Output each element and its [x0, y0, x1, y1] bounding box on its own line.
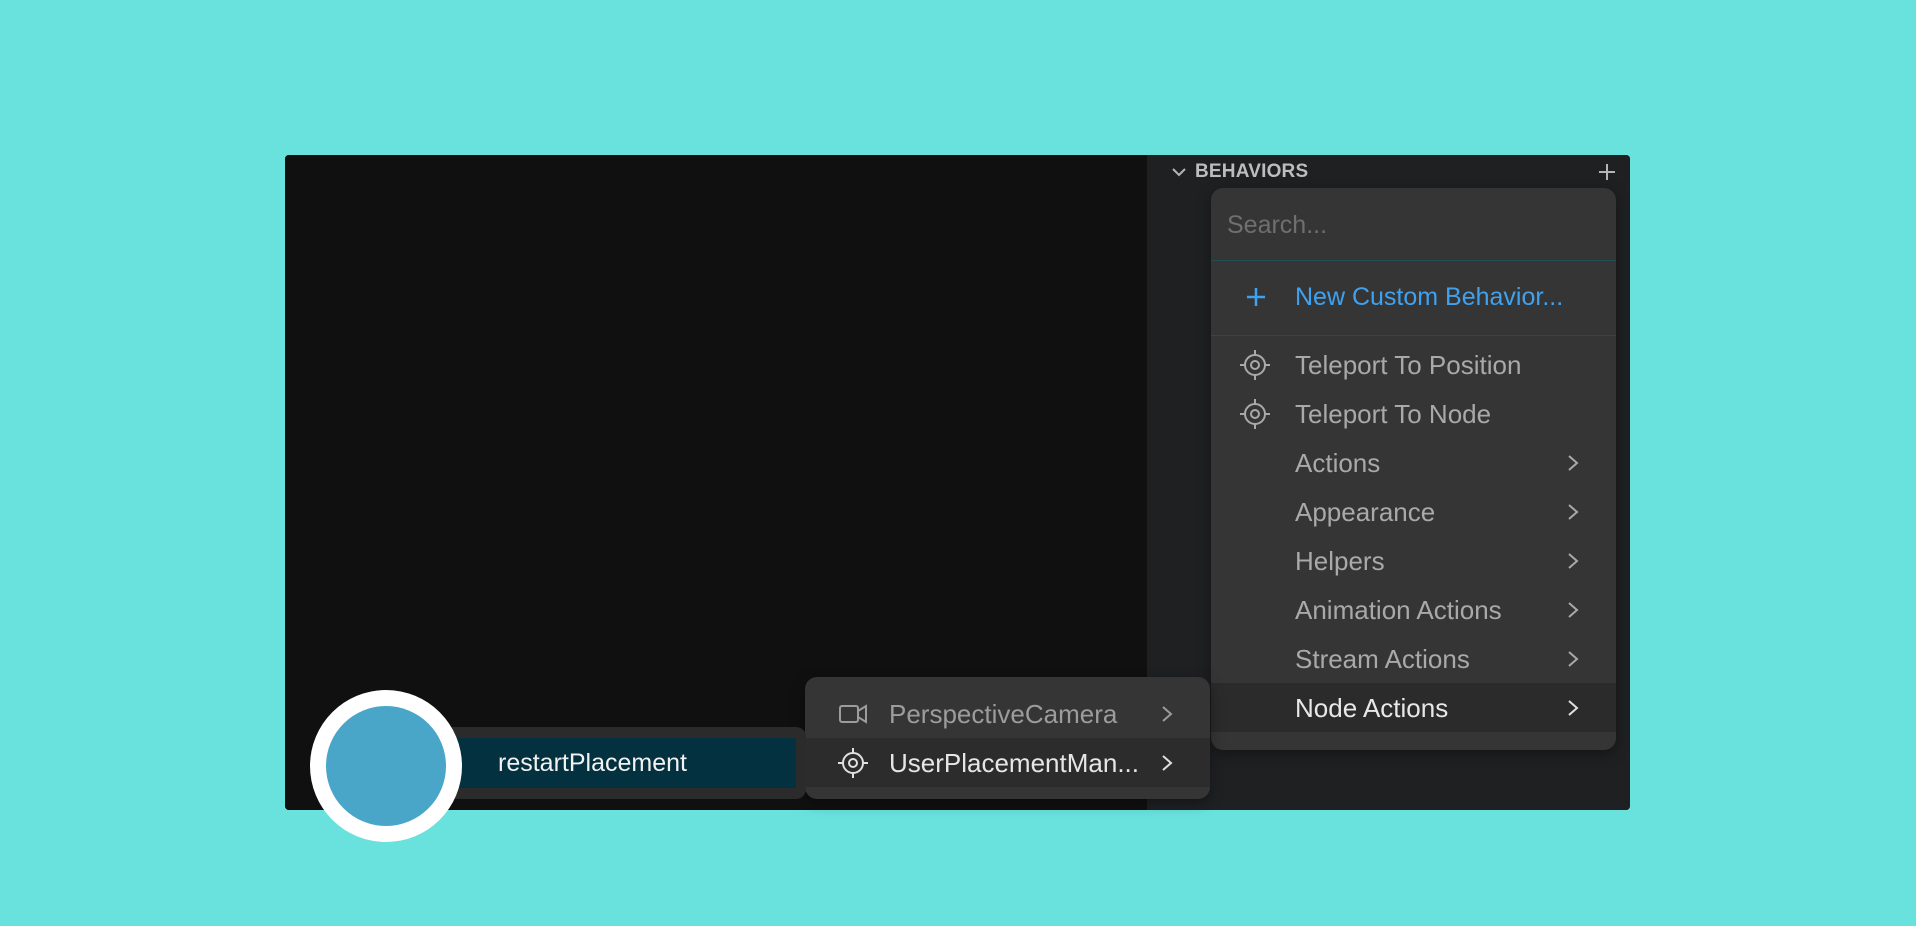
chevron-right-icon: [1568, 700, 1579, 716]
restart-placement-item[interactable]: restartPlacement: [416, 727, 806, 799]
menu-item-appearance[interactable]: Appearance: [1211, 487, 1616, 536]
plus-icon: [1247, 288, 1265, 306]
target-icon: [838, 748, 868, 778]
menu-item-label: Teleport To Position: [1295, 350, 1522, 380]
chevron-right-icon: [1568, 455, 1579, 471]
behaviors-header: BEHAVIORS: [1147, 155, 1630, 187]
chevron-right-icon: [1568, 553, 1579, 569]
add-behavior-icon[interactable]: [1596, 161, 1618, 183]
menu-item-label: Helpers: [1295, 546, 1385, 576]
submenu-item-label: UserPlacementMan...: [889, 748, 1139, 778]
menu-item-node-actions[interactable]: Node Actions: [1211, 683, 1616, 732]
menu-item-label: Stream Actions: [1295, 644, 1470, 674]
submenu-item-label: PerspectiveCamera: [889, 699, 1118, 729]
restart-placement-highlight: restartPlacement: [436, 738, 796, 788]
submenu-item-perspective-camera[interactable]: PerspectiveCamera: [805, 689, 1210, 738]
menu-item-stream-actions[interactable]: Stream Actions: [1211, 634, 1616, 683]
chevron-right-icon: [1162, 755, 1173, 771]
chevron-right-icon: [1568, 602, 1579, 618]
menu-item-label: Actions: [1295, 448, 1381, 478]
menu-item-teleport-to-node[interactable]: Teleport To Node: [1211, 389, 1616, 438]
node-actions-submenu: PerspectiveCamera UserPlacementMan...: [805, 677, 1210, 799]
restart-placement-label: restartPlacement: [498, 749, 687, 777]
search-bar: [1211, 188, 1616, 261]
behavior-menu: New Custom Behavior... Teleport To Posit…: [1211, 188, 1616, 750]
menu-item-label: Animation Actions: [1295, 595, 1502, 625]
chevron-right-icon: [1162, 706, 1173, 722]
menu-item-teleport-to-position[interactable]: Teleport To Position: [1211, 340, 1616, 389]
menu-item-helpers[interactable]: Helpers: [1211, 536, 1616, 585]
menu-item-label: Appearance: [1295, 497, 1436, 527]
video-camera-icon: [839, 704, 867, 724]
chevron-down-icon[interactable]: [1169, 162, 1189, 182]
chevron-right-icon: [1568, 651, 1579, 667]
menu-item-label: Node Actions: [1295, 693, 1449, 723]
chevron-right-icon: [1568, 504, 1579, 520]
target-icon: [1240, 399, 1270, 429]
menu-item-label: Teleport To Node: [1295, 399, 1492, 429]
new-custom-behavior-item[interactable]: New Custom Behavior...: [1211, 261, 1616, 336]
menu-item-animation-actions[interactable]: Animation Actions: [1211, 585, 1616, 634]
cursor-indicator: [326, 706, 446, 826]
target-icon: [1240, 350, 1270, 380]
behaviors-title: BEHAVIORS: [1195, 161, 1309, 182]
new-custom-behavior-label: New Custom Behavior...: [1295, 283, 1564, 311]
menu-item-actions[interactable]: Actions: [1211, 438, 1616, 487]
submenu-item-user-placement-manager[interactable]: UserPlacementMan...: [805, 738, 1210, 787]
search-input[interactable]: [1225, 204, 1599, 246]
